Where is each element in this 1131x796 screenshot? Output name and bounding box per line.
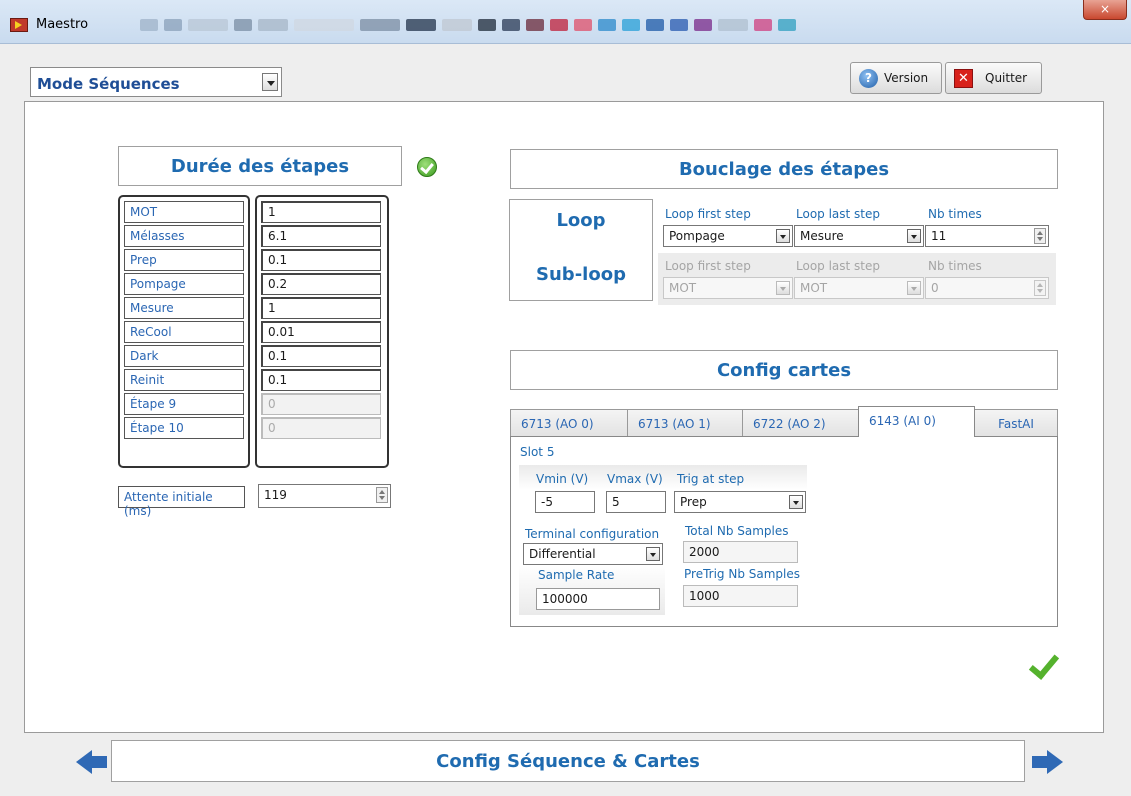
chevron-down-icon[interactable]: [907, 229, 921, 243]
vmin-input[interactable]: -5: [535, 491, 595, 513]
loop-last-step-select[interactable]: Mesure: [794, 225, 924, 247]
quit-label: Quitter: [985, 71, 1028, 85]
looping-header: Bouclage des étapes: [510, 149, 1058, 189]
subloop-nb-times-input: 0: [925, 277, 1049, 299]
total-samples-label: Total Nb Samples: [685, 524, 789, 538]
loop-label: Loop: [556, 210, 606, 231]
step-label: Étape 10: [124, 417, 244, 439]
initial-wait-input[interactable]: 119: [258, 484, 391, 508]
help-icon: ?: [859, 68, 878, 88]
chevron-down-icon[interactable]: [776, 229, 790, 243]
subloop-last-step-value: MOT: [800, 281, 828, 295]
step-duration-input[interactable]: 0.01: [261, 321, 381, 343]
chevron-down-icon: [907, 281, 921, 295]
nb-times-value: 11: [931, 229, 947, 243]
step-duration-input: 0: [261, 393, 381, 415]
step-duration-input[interactable]: 1: [261, 297, 381, 319]
mode-select-value: Mode Séquences: [37, 75, 180, 93]
step-labels-group: MOT Mélasses Prep Pompage Mesure ReCool …: [118, 195, 250, 468]
close-icon: ×: [1099, 2, 1111, 16]
vmax-label: Vmax (V): [607, 472, 663, 486]
close-window-button[interactable]: ×: [1083, 0, 1127, 20]
step-label: Pompage: [124, 273, 244, 295]
chevron-down-icon[interactable]: [262, 73, 278, 91]
subloop-first-step-label: Loop first step: [665, 259, 751, 273]
version-button[interactable]: ? Version: [850, 62, 942, 94]
tab-6713-ao1[interactable]: 6713 (AO 1): [627, 409, 743, 437]
tab-6143-ai0[interactable]: 6143 (AI 0): [858, 406, 975, 437]
nb-times-label: Nb times: [928, 207, 982, 221]
blurred-toolbar: [140, 10, 1060, 40]
loop-labels-box: Loop Sub-loop: [509, 199, 653, 301]
vmax-input[interactable]: 5: [606, 491, 666, 513]
loop-first-step-value: Pompage: [669, 229, 725, 243]
loop-first-step-select[interactable]: Pompage: [663, 225, 793, 247]
window-title: Maestro: [36, 17, 89, 32]
terminal-config-select[interactable]: Differential: [523, 543, 663, 565]
terminal-config-value: Differential: [529, 547, 596, 561]
spinner-icon[interactable]: [1034, 228, 1046, 244]
mode-select[interactable]: Mode Séquences: [30, 67, 282, 97]
subloop-last-step-select: MOT: [794, 277, 924, 299]
step-label: MOT: [124, 201, 244, 223]
initial-wait-value: 119: [264, 488, 287, 502]
durations-header: Durée des étapes: [118, 146, 402, 186]
loop-last-step-value: Mesure: [800, 229, 844, 243]
trig-select[interactable]: Prep: [674, 491, 806, 513]
subloop-last-step-label: Loop last step: [796, 259, 881, 273]
nb-times-input[interactable]: 11: [925, 225, 1049, 247]
step-label: ReCool: [124, 321, 244, 343]
step-label: Reinit: [124, 369, 244, 391]
arrow-right-icon[interactable]: [1031, 750, 1063, 774]
total-samples-input[interactable]: 2000: [683, 541, 798, 563]
tab-6722-ao2[interactable]: 6722 (AO 2): [742, 409, 859, 437]
initial-wait-label: Attente initiale (ms): [118, 486, 245, 518]
subloop-label: Sub-loop: [536, 264, 626, 285]
sample-rate-label: Sample Rate: [538, 568, 615, 582]
step-duration-input: 0: [261, 417, 381, 439]
quit-button[interactable]: ✕ Quitter: [945, 62, 1042, 94]
step-label: Mélasses: [124, 225, 244, 247]
step-label: Mesure: [124, 297, 244, 319]
cards-header: Config cartes: [510, 350, 1058, 390]
check-circle-icon: [417, 157, 437, 177]
loop-last-step-label: Loop last step: [796, 207, 881, 221]
spinner-icon: [1034, 280, 1046, 296]
step-label: Étape 9: [124, 393, 244, 415]
chevron-down-icon[interactable]: [646, 547, 660, 561]
step-duration-input[interactable]: 0.1: [261, 369, 381, 391]
close-icon: ✕: [954, 68, 973, 88]
pretrig-samples-label: PreTrig Nb Samples: [684, 567, 800, 581]
app-icon: [10, 18, 28, 32]
step-label: Dark: [124, 345, 244, 367]
step-duration-input[interactable]: 0.2: [261, 273, 381, 295]
vmin-label: Vmin (V): [536, 472, 589, 486]
sample-rate-input[interactable]: 100000: [536, 588, 660, 610]
tab-fastai[interactable]: FastAI: [974, 409, 1058, 437]
version-label: Version: [884, 71, 929, 85]
chevron-down-icon[interactable]: [789, 495, 803, 509]
subloop-nb-times-label: Nb times: [928, 259, 982, 273]
step-duration-input[interactable]: 6.1: [261, 225, 381, 247]
trig-value: Prep: [680, 495, 707, 509]
spinner-icon[interactable]: [376, 487, 388, 503]
loop-first-step-label: Loop first step: [665, 207, 751, 221]
chevron-down-icon: [776, 281, 790, 295]
slot-label: Slot 5: [520, 445, 555, 459]
subloop-first-step-select: MOT: [663, 277, 793, 299]
step-duration-input[interactable]: 0.1: [261, 345, 381, 367]
pretrig-samples-input[interactable]: 1000: [683, 585, 798, 607]
terminal-config-label: Terminal configuration: [525, 527, 660, 541]
step-values-group: 1 6.1 0.1 0.2 1 0.01 0.1 0.1 0 0: [255, 195, 389, 468]
step-duration-input[interactable]: 0.1: [261, 249, 381, 271]
step-label: Prep: [124, 249, 244, 271]
trig-label: Trig at step: [677, 472, 745, 486]
footer-title: Config Séquence & Cartes: [111, 740, 1025, 782]
tab-6713-ao0[interactable]: 6713 (AO 0): [510, 409, 628, 437]
checkmark-icon: [1025, 652, 1059, 680]
subloop-nb-times-value: 0: [931, 281, 939, 295]
step-duration-input[interactable]: 1: [261, 201, 381, 223]
subloop-first-step-value: MOT: [669, 281, 697, 295]
arrow-left-icon[interactable]: [76, 750, 108, 774]
